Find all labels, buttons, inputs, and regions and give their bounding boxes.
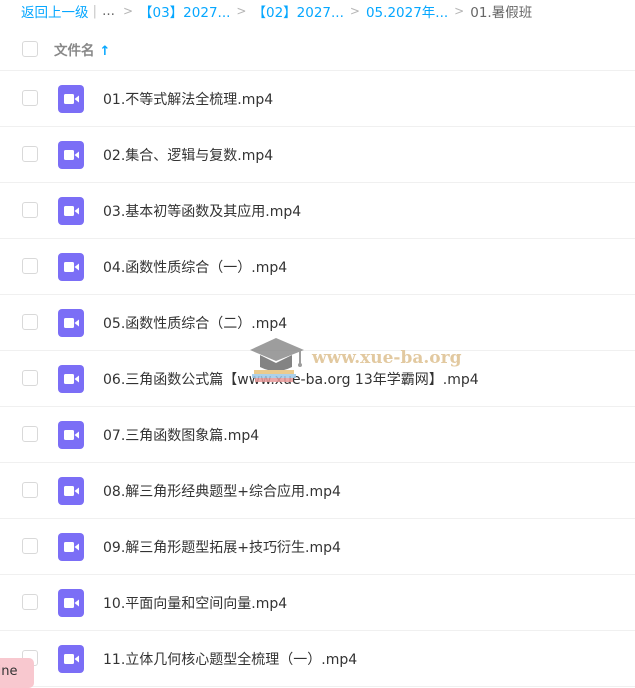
breadcrumb-item-3[interactable]: 05.2027年... (366, 1, 448, 21)
row-checkbox[interactable] (22, 258, 38, 274)
breadcrumb: 返回上一级 | ... > 【03】2027... > 【02】2027... … (0, 0, 635, 22)
breadcrumb-item-2[interactable]: 【02】2027... (252, 1, 343, 21)
online-tab[interactable]: line (0, 658, 34, 688)
file-name[interactable]: 11.立体几何核心题型全梳理（一）.mp4 (103, 649, 357, 669)
file-row[interactable]: 10.平面向量和空间向量.mp4 (0, 575, 635, 631)
file-row[interactable]: 06.三角函数公式篇【www.xue-ba.org 13年学霸网】.mp4 (0, 351, 635, 407)
row-checkbox[interactable] (22, 146, 38, 162)
file-row[interactable]: 11.立体几何核心题型全梳理（一）.mp4 (0, 631, 635, 687)
file-name[interactable]: 04.函数性质综合（一）.mp4 (103, 257, 287, 277)
file-row[interactable]: 08.解三角形经典题型+综合应用.mp4 (0, 463, 635, 519)
video-file-icon (58, 309, 84, 337)
file-name[interactable]: 02.集合、逻辑与复数.mp4 (103, 145, 273, 165)
file-row[interactable]: 09.解三角形题型拓展+技巧衍生.mp4 (0, 519, 635, 575)
row-checkbox[interactable] (22, 202, 38, 218)
row-checkbox[interactable] (22, 370, 38, 386)
video-file-icon (58, 589, 84, 617)
file-row[interactable]: 02.集合、逻辑与复数.mp4 (0, 127, 635, 183)
row-checkbox[interactable] (22, 538, 38, 554)
file-name[interactable]: 09.解三角形题型拓展+技巧衍生.mp4 (103, 537, 341, 557)
video-file-icon (58, 533, 84, 561)
video-file-icon (58, 365, 84, 393)
file-name[interactable]: 03.基本初等函数及其应用.mp4 (103, 201, 301, 221)
video-file-icon (58, 85, 84, 113)
chevron-right-icon: > (236, 4, 247, 18)
file-name[interactable]: 08.解三角形经典题型+综合应用.mp4 (103, 481, 341, 501)
file-name[interactable]: 01.不等式解法全梳理.mp4 (103, 89, 273, 109)
video-file-icon (58, 253, 84, 281)
file-row[interactable]: 05.函数性质综合（二）.mp4 (0, 295, 635, 351)
file-name[interactable]: 10.平面向量和空间向量.mp4 (103, 593, 287, 613)
file-row[interactable]: 04.函数性质综合（一）.mp4 (0, 239, 635, 295)
video-file-icon (58, 477, 84, 505)
row-checkbox[interactable] (22, 90, 38, 106)
video-file-icon (58, 141, 84, 169)
row-checkbox[interactable] (22, 482, 38, 498)
file-list-header: 文件名 ↑ (0, 27, 635, 71)
file-name[interactable]: 05.函数性质综合（二）.mp4 (103, 313, 287, 333)
breadcrumb-current: 01.暑假班 (470, 5, 533, 21)
file-list: 01.不等式解法全梳理.mp4 02.集合、逻辑与复数.mp4 03.基本初等函… (0, 71, 635, 687)
column-header-label: 文件名 (54, 43, 95, 59)
file-name[interactable]: 06.三角函数公式篇【www.xue-ba.org 13年学霸网】.mp4 (103, 369, 479, 389)
column-header-filename[interactable]: 文件名 ↑ (54, 39, 110, 59)
row-checkbox[interactable] (22, 594, 38, 610)
select-all-checkbox[interactable] (22, 41, 38, 57)
file-row[interactable]: 03.基本初等函数及其应用.mp4 (0, 183, 635, 239)
chevron-right-icon: > (349, 4, 360, 18)
video-file-icon (58, 421, 84, 449)
file-row[interactable]: 01.不等式解法全梳理.mp4 (0, 71, 635, 127)
breadcrumb-ellipsis[interactable]: ... (102, 3, 115, 19)
breadcrumb-divider: | (92, 3, 98, 19)
file-row[interactable]: 07.三角函数图象篇.mp4 (0, 407, 635, 463)
row-checkbox[interactable] (22, 426, 38, 442)
video-file-icon (58, 197, 84, 225)
video-file-icon (58, 645, 84, 673)
row-checkbox[interactable] (22, 314, 38, 330)
arrow-up-icon[interactable]: ↑ (100, 44, 111, 59)
chevron-right-icon: > (122, 4, 133, 18)
file-name[interactable]: 07.三角函数图象篇.mp4 (103, 425, 259, 445)
breadcrumb-item-1[interactable]: 【03】2027... (139, 1, 230, 21)
back-link[interactable]: 返回上一级 (21, 1, 89, 21)
chevron-right-icon: > (454, 4, 465, 18)
